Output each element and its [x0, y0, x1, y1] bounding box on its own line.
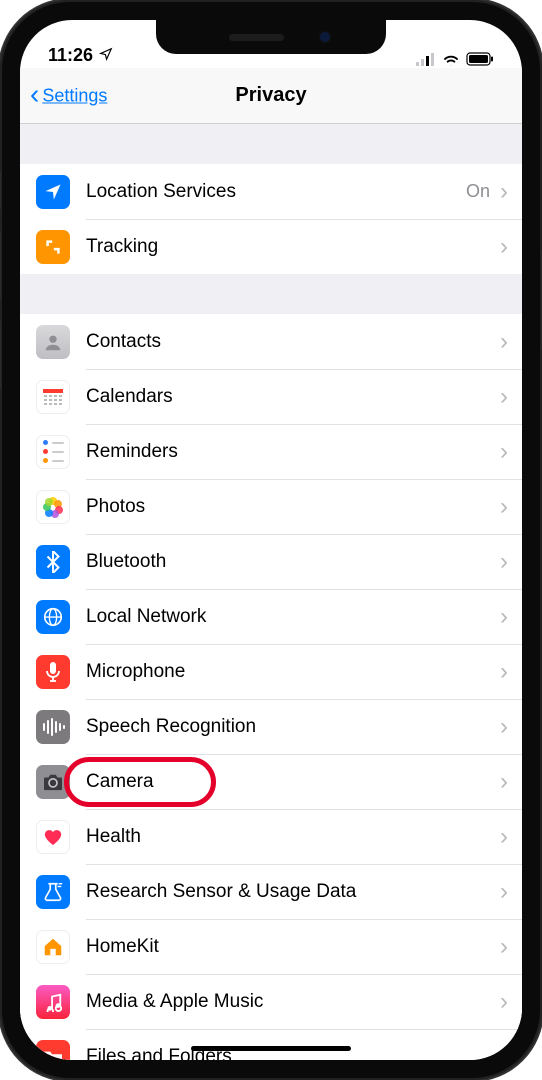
back-label: Settings: [42, 85, 107, 106]
row-label: Microphone: [86, 661, 500, 683]
row-bluetooth[interactable]: Bluetooth ›: [20, 534, 522, 589]
row-label: Bluetooth: [86, 551, 500, 573]
mute-switch: [0, 170, 1, 210]
tracking-icon: [36, 230, 70, 264]
row-calendars[interactable]: Calendars ›: [20, 369, 522, 424]
chevron-right-icon: ›: [500, 1043, 508, 1060]
settings-group: Contacts › Calendars: [20, 314, 522, 1060]
screen: 11:26: [20, 20, 522, 1060]
row-media-music[interactable]: Media & Apple Music ›: [20, 974, 522, 1029]
chevron-right-icon: ›: [500, 383, 508, 411]
wifi-icon: [442, 52, 460, 66]
location-indicator-icon: [99, 45, 113, 66]
chevron-right-icon: ›: [500, 548, 508, 576]
status-time: 11:26: [48, 45, 93, 66]
chevron-right-icon: ›: [500, 823, 508, 851]
nav-bar: ‹ Settings Privacy: [20, 68, 522, 124]
page-title: Privacy: [235, 84, 306, 107]
waveform-icon: [36, 710, 70, 744]
row-value: On: [466, 181, 490, 202]
folder-icon: [36, 1040, 70, 1061]
chevron-right-icon: ›: [500, 768, 508, 796]
row-files-folders[interactable]: Files and Folders ›: [20, 1029, 522, 1060]
chevron-right-icon: ›: [500, 603, 508, 631]
chevron-right-icon: ›: [500, 713, 508, 741]
chevron-right-icon: ›: [500, 493, 508, 521]
back-button[interactable]: ‹ Settings: [30, 85, 107, 106]
row-label: Contacts: [86, 331, 500, 353]
chevron-right-icon: ›: [500, 988, 508, 1016]
row-label: Research Sensor & Usage Data: [86, 881, 500, 903]
music-icon: [36, 985, 70, 1019]
row-label: Media & Apple Music: [86, 991, 500, 1013]
chevron-right-icon: ›: [500, 878, 508, 906]
row-label: Calendars: [86, 386, 500, 408]
phone-frame: 11:26: [0, 0, 542, 1080]
row-research[interactable]: Research Sensor & Usage Data ›: [20, 864, 522, 919]
row-label: Tracking: [86, 236, 500, 258]
battery-icon: [466, 52, 494, 66]
location-arrow-icon: [36, 175, 70, 209]
research-icon: [36, 875, 70, 909]
row-health[interactable]: Health ›: [20, 809, 522, 864]
microphone-icon: [36, 655, 70, 689]
calendar-icon: [36, 380, 70, 414]
volume-down-button: [0, 320, 1, 390]
chevron-right-icon: ›: [500, 438, 508, 466]
row-label: Reminders: [86, 441, 500, 463]
cellular-signal-icon: [416, 52, 436, 66]
row-label: HomeKit: [86, 936, 500, 958]
row-location-services[interactable]: Location Services On ›: [20, 164, 522, 219]
row-homekit[interactable]: HomeKit ›: [20, 919, 522, 974]
home-icon: [36, 930, 70, 964]
row-label: Local Network: [86, 606, 500, 628]
settings-group: Location Services On › Tracking ›: [20, 164, 522, 274]
row-local-network[interactable]: Local Network ›: [20, 589, 522, 644]
row-label: Health: [86, 826, 500, 848]
row-label: Location Services: [86, 181, 466, 203]
row-contacts[interactable]: Contacts ›: [20, 314, 522, 369]
chevron-right-icon: ›: [500, 233, 508, 261]
chevron-right-icon: ›: [500, 933, 508, 961]
row-microphone[interactable]: Microphone ›: [20, 644, 522, 699]
chevron-right-icon: ›: [500, 658, 508, 686]
contacts-icon: [36, 325, 70, 359]
row-label: Photos: [86, 496, 500, 518]
notch: [156, 20, 386, 54]
row-tracking[interactable]: Tracking ›: [20, 219, 522, 274]
home-indicator[interactable]: [191, 1046, 351, 1051]
camera-icon: [36, 765, 70, 799]
row-label: Camera: [86, 771, 500, 793]
row-label: Speech Recognition: [86, 716, 500, 738]
chevron-right-icon: ›: [500, 178, 508, 206]
network-icon: [36, 600, 70, 634]
bluetooth-icon: [36, 545, 70, 579]
reminders-icon: [36, 435, 70, 469]
row-speech-recognition[interactable]: Speech Recognition ›: [20, 699, 522, 754]
row-camera[interactable]: Camera ›: [20, 754, 522, 809]
row-photos[interactable]: Photos ›: [20, 479, 522, 534]
chevron-right-icon: ›: [500, 328, 508, 356]
row-reminders[interactable]: Reminders ›: [20, 424, 522, 479]
heart-icon: [36, 820, 70, 854]
photos-icon: [36, 490, 70, 524]
settings-list[interactable]: Location Services On › Tracking ›: [20, 124, 522, 1060]
volume-up-button: [0, 230, 1, 300]
